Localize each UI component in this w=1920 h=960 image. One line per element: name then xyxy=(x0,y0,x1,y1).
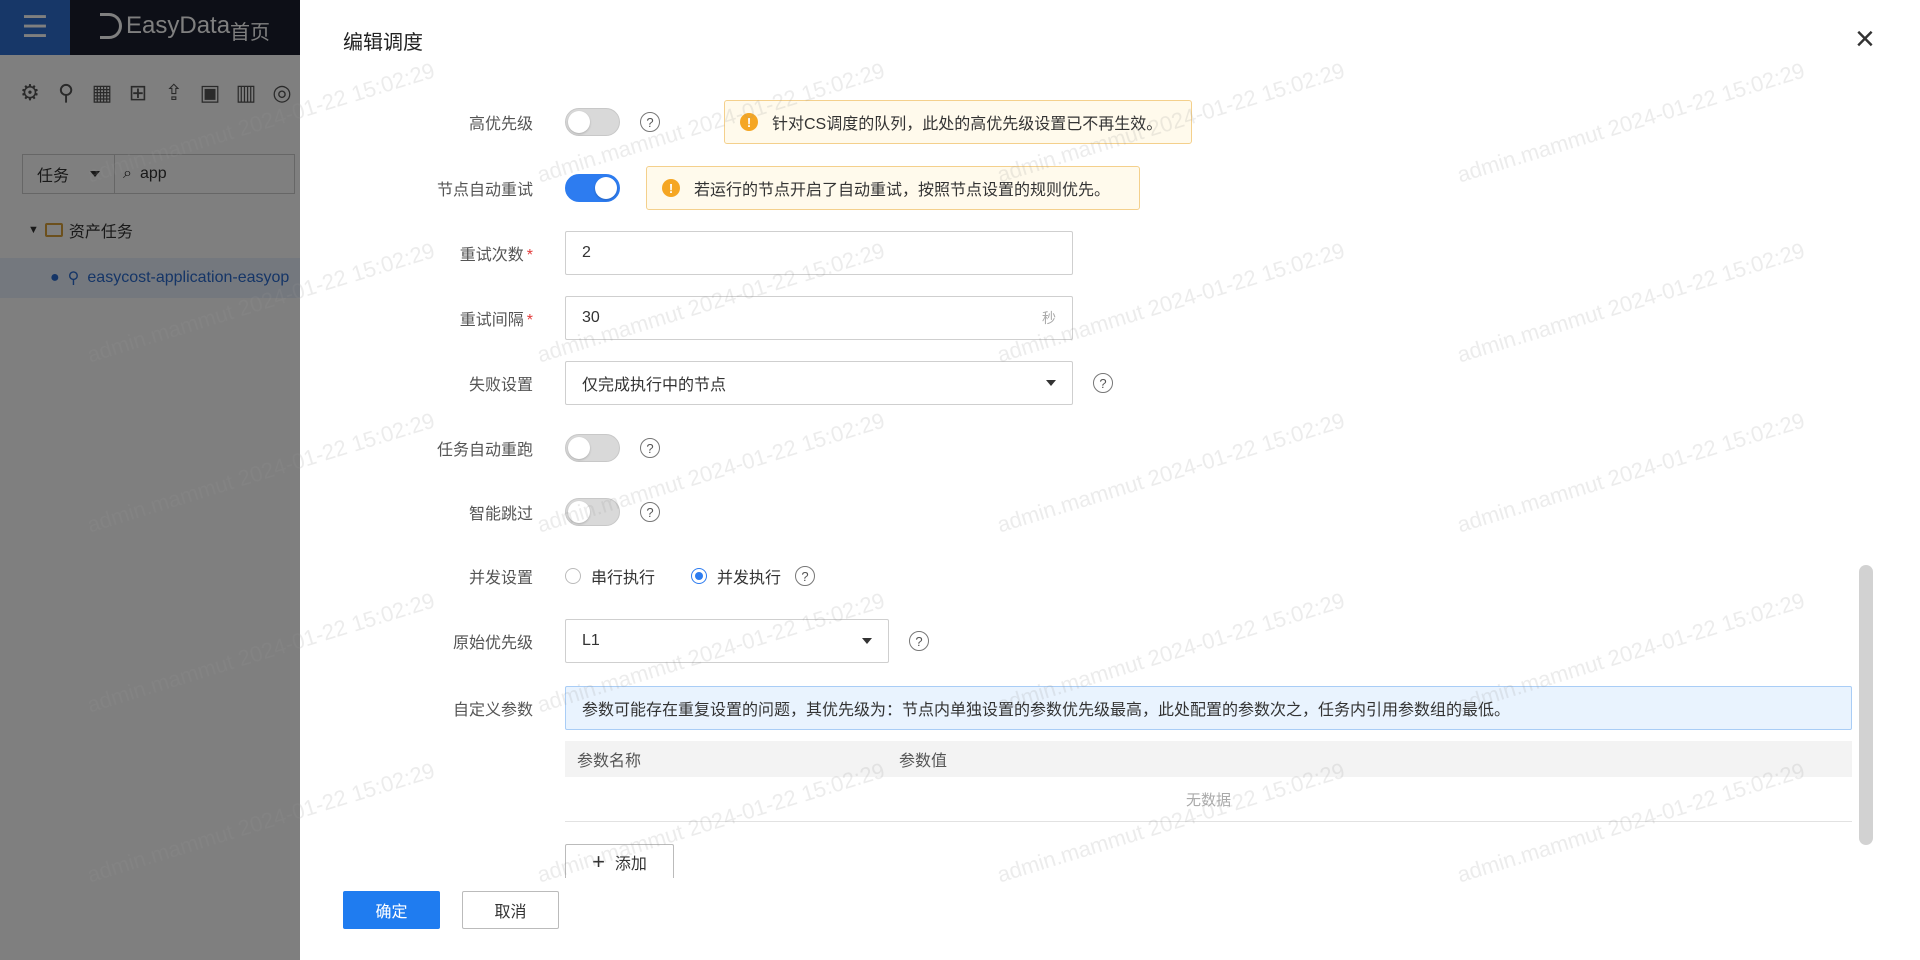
smart-skip-switch[interactable] xyxy=(565,498,620,526)
retry-interval-input[interactable]: 30 秒 xyxy=(565,296,1073,340)
help-icon[interactable]: ? xyxy=(640,502,660,522)
chevron-down-icon xyxy=(862,638,872,644)
custom-params-info: 参数可能存在重复设置的问题，其优先级为：节点内单独设置的参数优先级最高，此处配置… xyxy=(565,686,1852,730)
cancel-button[interactable]: 取消 xyxy=(462,891,559,929)
radio-serial-dot[interactable] xyxy=(565,568,581,584)
edit-schedule-drawer: 编辑调度 × 高优先级 ? ! 针对CS调度的队列，此处的高优先级设置已不再生效… xyxy=(300,0,1920,960)
confirm-button[interactable]: 确定 xyxy=(343,891,440,929)
radio-serial[interactable]: 串行执行 xyxy=(565,564,655,588)
custom-params-label: 自定义参数 xyxy=(452,702,533,719)
row-original-priority: 原始优先级 L1 ? xyxy=(300,619,1920,663)
retry-interval-label: 重试间隔 * xyxy=(459,312,533,329)
row-retry-count: 重试次数 * 2 xyxy=(300,231,1920,275)
radio-parallel[interactable]: 并发执行 xyxy=(691,564,781,588)
smart-skip-label: 智能跳过 xyxy=(468,506,533,523)
chevron-down-icon xyxy=(1046,380,1056,386)
param-table-empty: 无数据 xyxy=(565,777,1852,822)
concurrency-label: 并发设置 xyxy=(468,570,533,587)
original-priority-label: 原始优先级 xyxy=(452,635,533,652)
warning-icon: ! xyxy=(662,179,680,197)
node-auto-retry-switch[interactable] xyxy=(565,174,620,202)
required-mark: * xyxy=(526,247,533,264)
task-auto-rerun-switch[interactable] xyxy=(565,434,620,462)
concurrency-radio-group: 串行执行 并发执行 xyxy=(565,564,781,588)
row-concurrency: 并发设置 串行执行 并发执行 ? xyxy=(300,554,1920,598)
help-icon[interactable]: ? xyxy=(795,566,816,586)
unit-suffix: 秒 xyxy=(1042,310,1056,326)
row-retry-interval: 重试间隔 * 30 秒 xyxy=(300,296,1920,340)
retry-count-label: 重试次数 * xyxy=(459,247,533,264)
task-auto-rerun-label: 任务自动重跑 xyxy=(436,442,533,459)
drawer-title: 编辑调度 xyxy=(343,32,423,54)
high-priority-switch[interactable] xyxy=(565,108,620,136)
column-param-name: 参数名称 xyxy=(577,753,642,770)
row-smart-skip: 智能跳过 ? xyxy=(300,490,1920,534)
row-failure-setting: 失败设置 仅完成执行中的节点 ? xyxy=(300,361,1920,405)
help-icon[interactable]: ? xyxy=(640,112,660,132)
original-priority-select[interactable]: L1 xyxy=(565,619,889,663)
node-auto-retry-warning: ! 若运行的节点开启了自动重试，按照节点设置的规则优先。 xyxy=(646,166,1140,210)
retry-count-input[interactable]: 2 xyxy=(565,231,1073,275)
drawer-scrollbar[interactable] xyxy=(1859,565,1873,845)
column-param-value: 参数值 xyxy=(899,753,948,770)
param-table: 参数名称 参数值 无数据 xyxy=(565,741,1852,822)
row-custom-params: 自定义参数 xyxy=(300,686,560,730)
failure-setting-label: 失败设置 xyxy=(468,377,533,394)
node-auto-retry-label: 节点自动重试 xyxy=(436,182,533,199)
row-task-auto-rerun: 任务自动重跑 ? xyxy=(300,426,1920,470)
row-high-priority: 高优先级 ? ! 针对CS调度的队列，此处的高优先级设置已不再生效。 xyxy=(300,100,1920,144)
help-icon[interactable]: ? xyxy=(1093,373,1113,393)
failure-setting-select[interactable]: 仅完成执行中的节点 xyxy=(565,361,1073,405)
plus-icon: + xyxy=(592,848,605,874)
required-mark: * xyxy=(526,312,533,329)
warning-icon: ! xyxy=(740,113,758,131)
add-param-button[interactable]: + 添加 xyxy=(565,844,674,878)
help-icon[interactable]: ? xyxy=(909,631,929,651)
high-priority-warning: ! 针对CS调度的队列，此处的高优先级设置已不再生效。 xyxy=(724,100,1192,144)
high-priority-label: 高优先级 xyxy=(468,116,533,133)
radio-parallel-dot[interactable] xyxy=(691,568,708,584)
close-icon[interactable]: × xyxy=(1855,22,1875,56)
help-icon[interactable]: ? xyxy=(640,438,660,458)
row-node-auto-retry: 节点自动重试 ! 若运行的节点开启了自动重试，按照节点设置的规则优先。 xyxy=(300,166,1920,210)
param-table-header: 参数名称 参数值 xyxy=(565,741,1852,777)
